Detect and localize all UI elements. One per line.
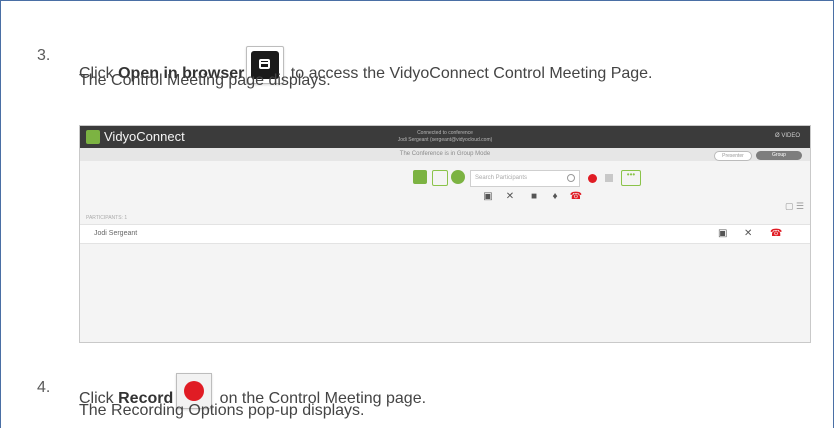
participants-header: PARTICIPANTS: 1: [86, 215, 128, 221]
mic-off-icon[interactable]: ✕: [502, 190, 518, 204]
app-top-bar: VidyoConnect Connected to conference Jod…: [80, 126, 810, 148]
mode-text: The Conference is in Group Mode: [399, 151, 491, 157]
presenter-mode-toggle[interactable]: Presenter: [714, 151, 752, 161]
view-toggle-icons[interactable]: ▢ ☰: [785, 201, 804, 212]
participant-row[interactable]: Jodi Sergeant ▣ ✕ ☎: [80, 224, 810, 244]
participant-disconnect-icon[interactable]: ☎: [770, 228, 782, 239]
control-meeting-screenshot: VidyoConnect Connected to conference Jod…: [79, 125, 811, 343]
lock-icon[interactable]: [451, 170, 465, 184]
participant-camera-off-icon[interactable]: ▣: [718, 228, 727, 239]
search-placeholder: Search Participants: [475, 175, 528, 181]
step-number: 4.: [37, 379, 51, 396]
record-button[interactable]: [588, 174, 597, 183]
stop-button[interactable]: [605, 174, 613, 182]
add-participant-icon[interactable]: [413, 170, 427, 184]
connection-status: Connected to conference: [417, 130, 473, 136]
search-icon: [567, 174, 575, 182]
more-options-button[interactable]: •••: [621, 170, 641, 186]
participant-name: Jodi Sergeant: [94, 230, 138, 237]
video-status: Ø VIDEO: [774, 133, 800, 139]
microphone-icon[interactable]: ♦: [547, 190, 563, 204]
connection-user: Jodi Sergeant (sergeant@vidyocloud.com): [397, 137, 493, 143]
step-result: The Control Meeting page displays.: [79, 72, 331, 89]
hang-up-icon[interactable]: ☎: [568, 190, 584, 204]
video-icon[interactable]: ■: [526, 190, 542, 204]
participant-mic-off-icon[interactable]: ✕: [744, 228, 752, 239]
step-result: The Recording Options pop-up displays.: [79, 402, 365, 419]
group-mode-toggle[interactable]: Group: [756, 151, 802, 160]
email-invite-icon[interactable]: [432, 170, 448, 186]
camera-off-icon[interactable]: ▣: [480, 190, 496, 204]
step-number: 3.: [37, 47, 51, 64]
mode-row: The Conference is in Group Mode Presente…: [80, 148, 810, 161]
search-participants-input[interactable]: Search Participants: [470, 170, 580, 187]
step-text-post: to access the VidyoConnect Control Meeti…: [286, 65, 653, 82]
